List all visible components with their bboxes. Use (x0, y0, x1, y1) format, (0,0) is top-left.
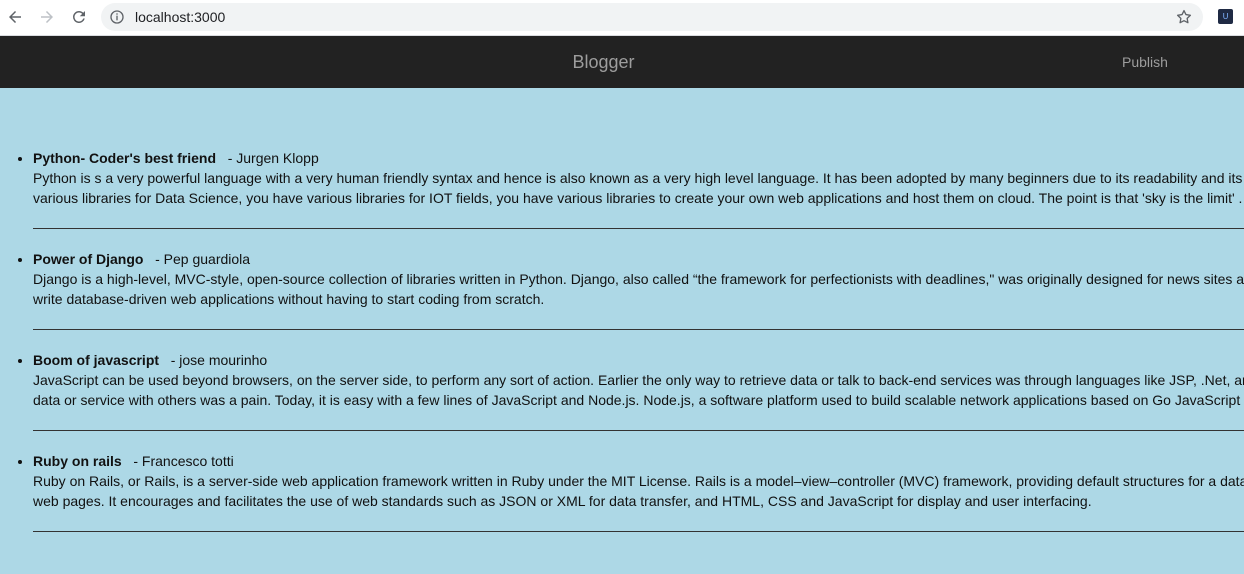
reload-icon (72, 10, 85, 23)
back-button[interactable] (4, 6, 26, 28)
url-text[interactable]: localhost:3000 (135, 9, 225, 25)
forward-arrow-icon (41, 11, 53, 23)
post-list-container: Python- Coder's best friend - Jurgen Klo… (0, 88, 1244, 574)
post-body: Ruby on Rails, or Rails, is a server-sid… (33, 473, 1244, 509)
post-body: Django is a high-level, MVC-style, open-… (33, 271, 1244, 307)
post-divider (33, 430, 1244, 431)
post-author: - Francesco totti (133, 453, 234, 469)
info-icon[interactable] (109, 9, 125, 25)
browser-toolbar: localhost:3000 U (0, 0, 1244, 36)
extension-icon[interactable]: U (1218, 9, 1233, 24)
address-bar[interactable]: localhost:3000 (101, 3, 1203, 31)
publish-link[interactable]: Publish (1122, 36, 1168, 88)
post-divider (33, 228, 1244, 229)
post-author: - Pep guardiola (155, 251, 251, 267)
post-author: - jose mourinho (170, 352, 268, 368)
post-list: Python- Coder's best friend - Jurgen Klo… (0, 148, 1244, 532)
back-arrow-icon (9, 11, 21, 23)
post-title: Python- Coder's best friend (33, 150, 217, 166)
post-divider (33, 329, 1244, 330)
post-divider (33, 531, 1244, 532)
post-title: Ruby on rails (33, 453, 122, 469)
post-author: - Jurgen Klopp (227, 150, 319, 166)
reload-button[interactable] (68, 6, 90, 28)
post-title: Power of Django (33, 251, 144, 267)
bookmark-star-icon[interactable] (1175, 8, 1193, 26)
post-title: Boom of javascript (33, 352, 160, 368)
brand-title[interactable]: Blogger (0, 36, 1207, 88)
post-item: Power of Django - Pep guardiola Django i… (33, 249, 1244, 330)
post-body: JavaScript can be used beyond browsers, … (33, 372, 1244, 408)
post-item: Ruby on rails - Francesco totti Ruby on … (33, 451, 1244, 532)
post-item: Python- Coder's best friend - Jurgen Klo… (33, 148, 1244, 229)
post-body: Python is s a very powerful language wit… (33, 170, 1244, 206)
forward-button[interactable] (36, 6, 58, 28)
app-navbar: Blogger Publish (0, 36, 1244, 88)
post-item: Boom of javascript - jose mourinho JavaS… (33, 350, 1244, 431)
